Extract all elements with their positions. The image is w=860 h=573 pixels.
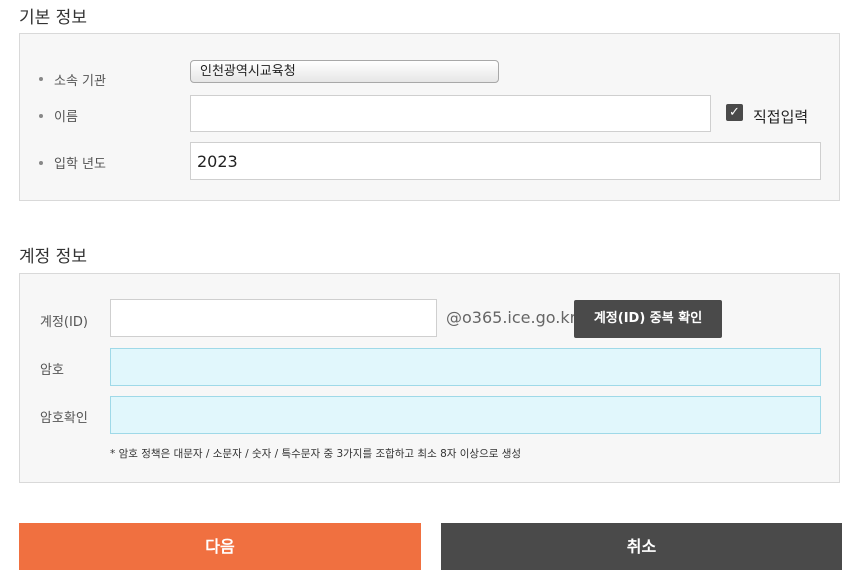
password-input[interactable]	[110, 348, 821, 386]
password-confirm-input[interactable]	[110, 396, 821, 434]
domain-suffix: @o365.ice.go.kr	[446, 308, 577, 327]
org-label: 소속 기관	[54, 74, 106, 89]
id-label: 계정(ID)	[40, 315, 88, 330]
bullet-icon	[39, 114, 43, 118]
org-select[interactable]: 인천광역시교육청	[190, 60, 499, 83]
direct-input-checkbox[interactable]: ✓	[726, 104, 743, 121]
bullet-icon	[39, 161, 43, 165]
cancel-button[interactable]: 취소	[441, 523, 842, 570]
id-input[interactable]	[110, 299, 437, 337]
password-policy-note: * 암호 정책은 대문자 / 소문자 / 숫자 / 특수문자 중 3가지를 조합…	[110, 448, 522, 460]
year-input[interactable]	[190, 142, 821, 180]
direct-input-label: 직접입력	[753, 108, 809, 126]
bullet-icon	[39, 77, 43, 81]
name-label: 이름	[54, 110, 78, 125]
basic-info-title: 기본 정보	[19, 8, 87, 28]
year-label: 입학 년도	[54, 157, 106, 172]
name-input[interactable]	[190, 95, 711, 132]
password-confirm-label: 암호확인	[40, 411, 88, 426]
password-label: 암호	[40, 363, 64, 378]
id-duplicate-check-button[interactable]: 계정(ID) 중복 확인	[574, 300, 722, 338]
next-button[interactable]: 다음	[19, 523, 421, 570]
account-info-title: 계정 정보	[19, 247, 87, 267]
